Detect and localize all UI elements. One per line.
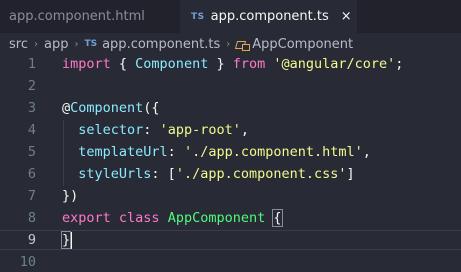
line-number: 4 — [27, 122, 36, 138]
code-token: { — [272, 209, 283, 227]
code-line[interactable]: 8 export class AppComponent { — [0, 208, 461, 228]
class-symbol-icon — [236, 39, 251, 51]
text-cursor — [71, 232, 72, 249]
chevron-right-icon: › — [74, 38, 79, 50]
typescript-file-icon: TS — [84, 39, 98, 49]
code-text: } — [60, 231, 72, 249]
code-text: selector: 'app-root', — [62, 120, 249, 140]
code-token: class — [118, 210, 160, 226]
code-line[interactable]: 9} — [0, 230, 461, 250]
typescript-file-icon: TS — [191, 11, 205, 22]
code-token: , — [240, 122, 249, 138]
breadcrumb: src › app › TS app.component.ts › AppCom… — [0, 33, 461, 55]
code-token: templateUrl — [78, 144, 168, 160]
code-token: } — [60, 231, 72, 249]
close-icon[interactable]: × — [341, 9, 352, 24]
code-token: ] — [346, 166, 355, 182]
code-token: selector — [78, 122, 144, 138]
line-number: 2 — [27, 78, 36, 94]
chevron-right-icon: › — [33, 38, 38, 50]
line-number: 1 — [27, 56, 36, 72]
tab-label: app.component.html — [9, 9, 145, 24]
code-token: ({ — [143, 100, 160, 116]
tab-bar: app.component.html TS app.component.ts × — [0, 0, 461, 33]
code-token: Component — [135, 56, 209, 72]
code-line[interactable]: 4 selector: 'app-root', — [0, 120, 461, 140]
tab-app-component-ts[interactable]: TS app.component.ts × — [180, 0, 357, 33]
code-line[interactable]: 6 styleUrls: ['./app.component.css'] — [0, 164, 461, 184]
code-token: import — [62, 56, 111, 72]
code-token: styleUrls — [78, 166, 152, 182]
code-token: './app.component.html' — [183, 144, 363, 160]
code-token: export — [62, 210, 111, 226]
line-number: 10 — [19, 254, 36, 270]
code-token: '@angular/core' — [273, 56, 396, 72]
code-token: { — [110, 56, 136, 72]
indent-guide — [63, 120, 64, 186]
code-line[interactable]: 7}) — [0, 186, 461, 206]
code-line[interactable]: 10 — [0, 252, 461, 272]
line-number: 5 — [27, 144, 36, 160]
code-token: from — [232, 56, 266, 72]
code-token: }) — [62, 188, 79, 204]
code-token: 'app-root' — [159, 122, 241, 138]
code-editor[interactable]: 1 import { Component } from '@angular/cor… — [0, 55, 461, 271]
line-number: 9 — [27, 232, 36, 248]
code-line[interactable]: 1 import { Component } from '@angular/cor… — [0, 54, 461, 74]
chevron-right-icon: › — [226, 38, 231, 50]
line-number: 8 — [27, 210, 36, 226]
code-text: export class AppComponent { — [62, 208, 283, 228]
code-line[interactable]: 3 @Component({ — [0, 98, 461, 118]
code-token: AppComponent — [167, 210, 266, 226]
code-text: import { Component } from '@angular/core… — [62, 54, 403, 74]
breadcrumb-item-file[interactable]: app.component.ts — [102, 37, 220, 52]
code-line[interactable]: 5 templateUrl: './app.component.html', — [0, 142, 461, 162]
tab-label: app.component.ts — [210, 9, 329, 24]
code-token: : — [143, 122, 160, 138]
code-text: templateUrl: './app.component.html', — [62, 142, 371, 162]
code-text: styleUrls: ['./app.component.css'] — [62, 164, 355, 184]
code-token: './app.component.css' — [175, 166, 347, 182]
code-token: , — [362, 144, 371, 160]
line-number: 6 — [27, 166, 36, 182]
code-token: : [ — [151, 166, 176, 182]
line-number: 7 — [27, 188, 36, 204]
code-token: @ — [62, 100, 71, 116]
code-token: Component — [70, 100, 144, 116]
breadcrumb-item-app[interactable]: app — [44, 37, 68, 52]
code-token: } — [208, 56, 233, 72]
tab-app-component-html[interactable]: app.component.html — [0, 0, 180, 33]
code-text: }) — [62, 186, 78, 206]
breadcrumb-item-symbol[interactable]: AppComponent — [252, 37, 353, 52]
code-line[interactable]: 2 — [0, 76, 461, 96]
breadcrumb-item-src[interactable]: src — [9, 37, 28, 52]
code-token: : — [167, 144, 184, 160]
code-text: @Component({ — [62, 98, 160, 118]
line-number: 3 — [27, 100, 36, 116]
code-token: ; — [395, 56, 404, 72]
